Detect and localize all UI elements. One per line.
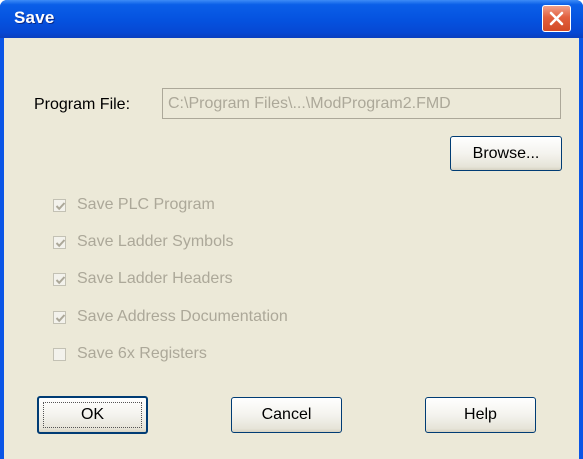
- option-save-address-documentation: Save Address Documentation: [53, 306, 288, 328]
- checkmark-icon: [55, 313, 66, 322]
- program-file-field: C:\Program Files\...\ModProgram2.FMD: [162, 88, 561, 119]
- checkbox: [53, 272, 66, 286]
- checkmark-icon: [55, 275, 66, 284]
- ok-button[interactable]: OK: [37, 396, 148, 434]
- checkbox: [53, 347, 66, 361]
- close-icon: [549, 11, 564, 26]
- checkbox: [53, 310, 66, 324]
- checkbox-label: Save Ladder Headers: [77, 270, 233, 287]
- option-save-plc-program: Save PLC Program: [53, 194, 215, 216]
- checkmark-icon: [55, 201, 66, 210]
- checkbox-label: Save PLC Program: [77, 196, 215, 213]
- option-save-ladder-symbols: Save Ladder Symbols: [53, 231, 234, 253]
- checkbox: [53, 198, 66, 212]
- focus-rect: [43, 402, 142, 428]
- program-file-label: Program File:: [34, 96, 131, 113]
- help-button[interactable]: Help: [425, 397, 536, 433]
- checkbox-label: Save Address Documentation: [77, 308, 288, 325]
- option-save-ladder-headers: Save Ladder Headers: [53, 268, 233, 290]
- option-save-6x-registers: Save 6x Registers: [53, 343, 207, 365]
- cancel-button[interactable]: Cancel: [231, 397, 342, 433]
- dialog-body: Program File: C:\Program Files\...\ModPr…: [4, 38, 579, 459]
- checkbox: [53, 235, 66, 249]
- close-button[interactable]: [542, 5, 571, 32]
- dialog-title: Save: [14, 8, 55, 27]
- checkbox-label: Save Ladder Symbols: [77, 233, 234, 250]
- save-dialog: Save Program File: C:\Program Files\...\…: [0, 0, 583, 459]
- title-bar[interactable]: Save: [0, 0, 583, 38]
- checkbox-label: Save 6x Registers: [77, 345, 207, 362]
- checkmark-icon: [55, 238, 66, 247]
- browse-button[interactable]: Browse...: [450, 136, 562, 171]
